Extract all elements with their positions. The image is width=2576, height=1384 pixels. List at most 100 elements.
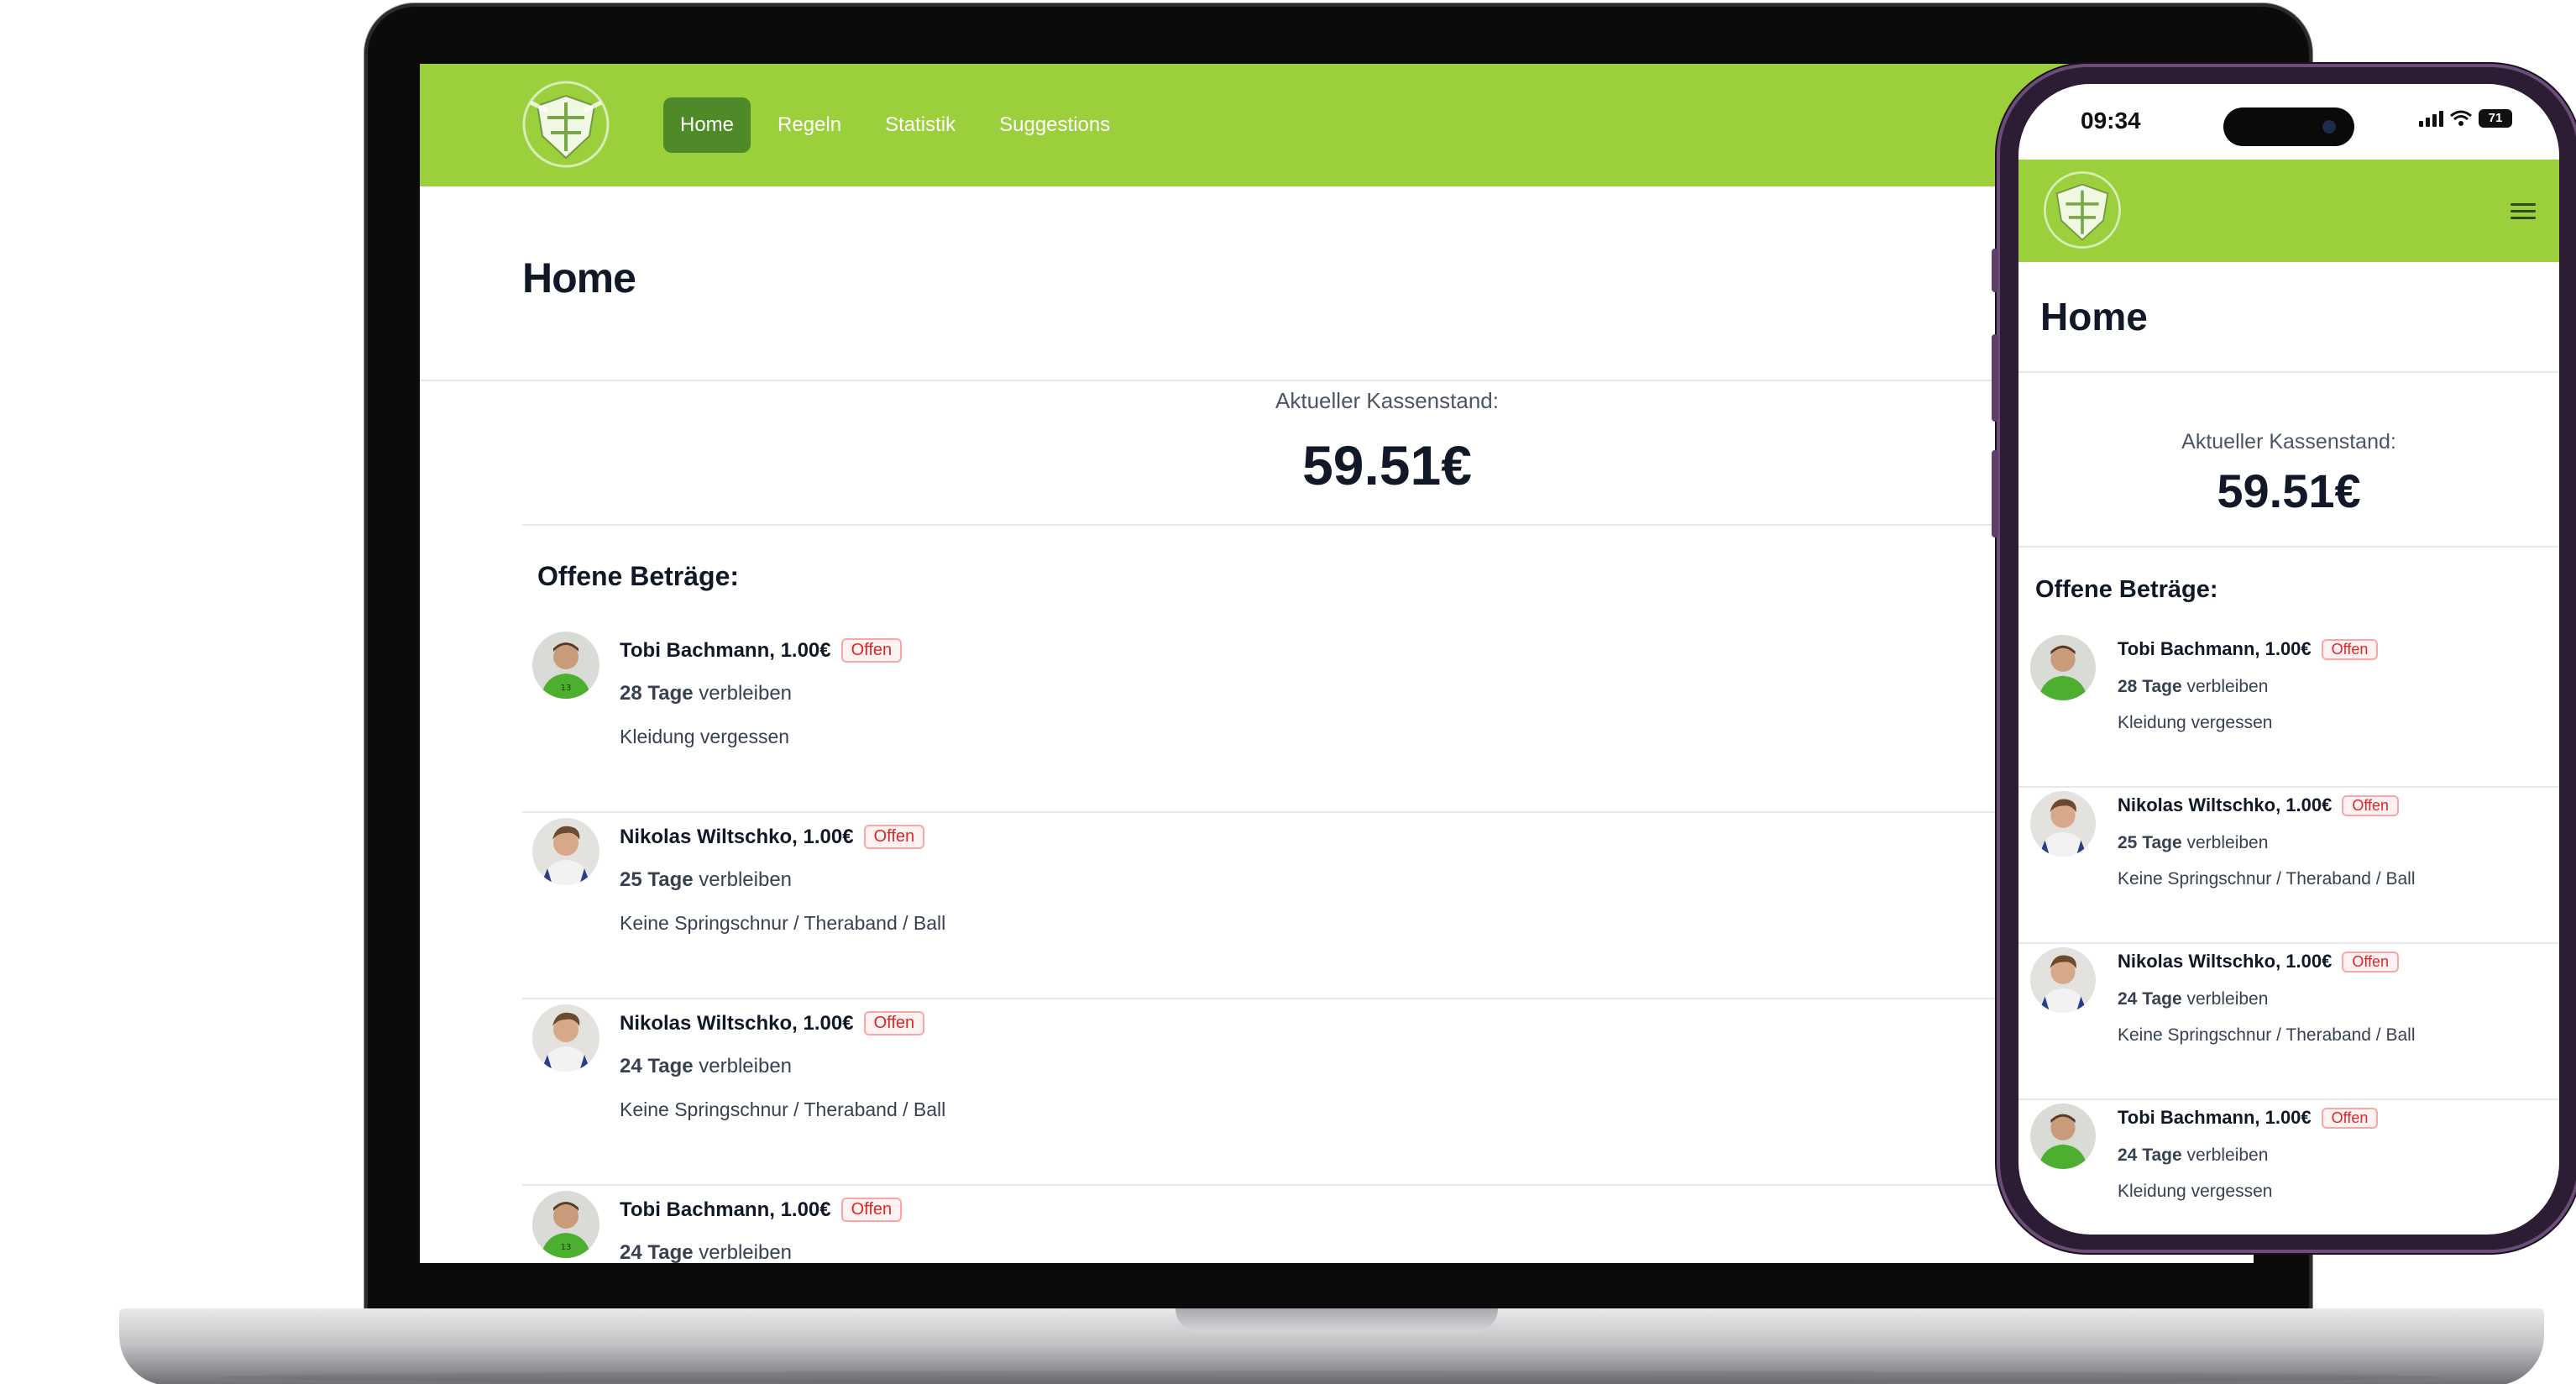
days-count: 24 Tage — [2118, 989, 2182, 1009]
battery-icon: 71 — [2479, 109, 2512, 128]
entry-name: Nikolas Wiltschko, 1.00€ Offen — [620, 1011, 925, 1035]
entry-reason: Kleidung vergessen — [2118, 713, 2273, 732]
entry-reason: Keine Springschnur / Theraband / Ball — [2118, 1025, 2416, 1045]
entry-name: Tobi Bachmann, 1.00€ Offen — [2118, 638, 2379, 660]
entry-name: Nikolas Wiltschko, 1.00€ Offen — [620, 825, 925, 849]
entry-name: Tobi Bachmann, 1.00€ Offen — [2118, 1107, 2379, 1129]
page-title: Home — [2040, 295, 2148, 338]
nav-suggestions[interactable]: Suggestions — [982, 97, 1127, 153]
mobile-screen: 09:34 71 Home Aktueller Kassenstand: 59.… — [2018, 84, 2559, 1235]
camera-icon — [2322, 120, 2336, 134]
nav-statistik[interactable]: Statistik — [868, 97, 972, 153]
list-item[interactable]: Tobi Bachmann, 1.00€ Offen 28 Tage verbl… — [2018, 632, 2559, 788]
avatar — [2030, 635, 2096, 700]
status-badge: Offen — [863, 1011, 925, 1035]
status-badge: Offen — [863, 825, 925, 849]
section-title: Offene Beträge: — [537, 561, 740, 591]
avatar — [532, 1004, 599, 1072]
days-count: 28 Tage — [2118, 677, 2182, 696]
page-header: Home — [2018, 262, 2559, 373]
balance-value: 59.51€ — [2217, 464, 2361, 517]
entry-days: 25 Tage verbleiben — [620, 868, 792, 892]
entry-reason: Keine Springschnur / Theraband / Ball — [620, 912, 946, 934]
entry-name: Tobi Bachmann, 1.00€ Offen — [620, 1198, 903, 1222]
status-badge: Offen — [2321, 1107, 2379, 1129]
status-icons: 71 — [2419, 109, 2512, 128]
open-amounts-list: Tobi Bachmann, 1.00€ Offen 28 Tage verbl… — [2018, 632, 2559, 1235]
days-count: 24 Tage — [2118, 1145, 2182, 1165]
hamburger-menu-icon[interactable] — [2511, 203, 2536, 220]
list-item[interactable]: Nikolas Wiltschko, 1.00€ Offen 24 Tage v… — [2018, 944, 2559, 1100]
entry-name-text: Tobi Bachmann, 1.00€ — [2118, 1107, 2312, 1128]
days-count: 25 Tage — [620, 868, 694, 891]
dynamic-island — [2223, 107, 2354, 146]
desktop-screen: Home Regeln Statistik Suggestions Home A… — [420, 64, 2254, 1263]
days-suffix: verbleiben — [699, 682, 793, 705]
entry-name-text: Nikolas Wiltschko, 1.00€ — [2118, 951, 2333, 972]
days-suffix: verbleiben — [699, 1055, 793, 1077]
list-item[interactable]: Nikolas Wiltschko, 1.00€ Offen 24 Tage v… — [522, 999, 2254, 1186]
entry-name: Nikolas Wiltschko, 1.00€ Offen — [2118, 951, 2400, 972]
desktop-navbar: Home Regeln Statistik Suggestions — [420, 64, 2254, 186]
list-item[interactable]: Nikolas Wiltschko, 1.00€ Offen 25 Tage v… — [2018, 788, 2559, 944]
days-count: 28 Tage — [620, 682, 694, 705]
status-badge: Offen — [2321, 638, 2379, 660]
entry-days: 24 Tage verbleiben — [2118, 1145, 2268, 1166]
entry-name: Nikolas Wiltschko, 1.00€ Offen — [2118, 794, 2400, 816]
list-item[interactable]: Nikolas Wiltschko, 1.00€ Offen 25 Tage v… — [522, 813, 2254, 999]
phone-action-button — [1992, 249, 1998, 292]
club-logo-icon[interactable] — [519, 77, 613, 171]
balance-value: 59.51€ — [1302, 434, 1472, 496]
days-count: 24 Tage — [620, 1241, 694, 1263]
entry-name-text: Nikolas Wiltschko, 1.00€ — [620, 1011, 854, 1035]
laptop-shadow — [218, 1371, 2443, 1384]
entry-name-text: Nikolas Wiltschko, 1.00€ — [2118, 794, 2333, 815]
svg-text:13: 13 — [561, 684, 572, 693]
club-logo-icon[interactable] — [2040, 168, 2124, 252]
entry-days: 24 Tage verbleiben — [2118, 989, 2268, 1009]
avatar: 13 — [532, 632, 599, 699]
entry-name-text: Nikolas Wiltschko, 1.00€ — [620, 825, 854, 848]
balance-label: Aktueller Kassenstand: — [1275, 388, 1499, 413]
svg-text:13: 13 — [561, 1243, 572, 1252]
days-suffix: verbleiben — [699, 868, 793, 891]
days-suffix: verbleiben — [2186, 833, 2269, 852]
status-badge: Offen — [840, 638, 903, 663]
list-item[interactable]: Tobi Bachmann, 1.00€ Offen 24 Tage verbl… — [2018, 1100, 2559, 1235]
days-suffix: verbleiben — [2186, 677, 2269, 696]
wifi-icon — [2450, 110, 2472, 126]
days-count: 25 Tage — [2118, 833, 2182, 852]
laptop-notch — [1175, 1308, 1498, 1332]
days-suffix: verbleiben — [699, 1241, 793, 1263]
days-suffix: verbleiben — [2186, 1145, 2269, 1165]
entry-name-text: Tobi Bachmann, 1.00€ — [620, 1198, 831, 1221]
divider — [2018, 546, 2559, 548]
avatar: 13 — [532, 1191, 599, 1258]
entry-days: 28 Tage verbleiben — [2118, 677, 2268, 697]
status-badge: Offen — [840, 1198, 903, 1222]
entry-reason: Kleidung vergessen — [2118, 1182, 2273, 1201]
entry-name: Tobi Bachmann, 1.00€ Offen — [620, 638, 903, 663]
status-time: 09:34 — [2081, 107, 2141, 134]
avatar — [2030, 947, 2096, 1013]
list-item[interactable]: 13 Tobi Bachmann, 1.00€ Offen 28 Tage ve… — [522, 626, 2254, 813]
entry-days: 28 Tage verbleiben — [620, 682, 792, 705]
list-item[interactable]: 13 Tobi Bachmann, 1.00€ Offen 24 Tage ve… — [522, 1186, 2254, 1263]
page-title: Home — [522, 254, 636, 301]
status-bar: 09:34 71 — [2018, 84, 2559, 160]
page-header: Home — [420, 186, 2254, 381]
avatar — [532, 818, 599, 885]
section-title: Offene Beträge: — [2035, 576, 2218, 603]
avatar — [2030, 791, 2096, 857]
entry-name-text: Tobi Bachmann, 1.00€ — [620, 638, 831, 662]
entry-days: 24 Tage verbleiben — [620, 1055, 792, 1078]
nav-home[interactable]: Home — [663, 97, 751, 153]
desktop-menu: Home Regeln Statistik Suggestions — [663, 97, 1127, 153]
status-badge: Offen — [2342, 951, 2400, 972]
nav-regeln[interactable]: Regeln — [761, 97, 858, 153]
entry-name-text: Tobi Bachmann, 1.00€ — [2118, 638, 2312, 659]
status-badge: Offen — [2342, 794, 2400, 816]
entry-days: 25 Tage verbleiben — [2118, 833, 2268, 853]
open-amounts-list: 13 Tobi Bachmann, 1.00€ Offen 28 Tage ve… — [522, 626, 2254, 1263]
entry-reason: Keine Springschnur / Theraband / Ball — [2118, 869, 2416, 889]
